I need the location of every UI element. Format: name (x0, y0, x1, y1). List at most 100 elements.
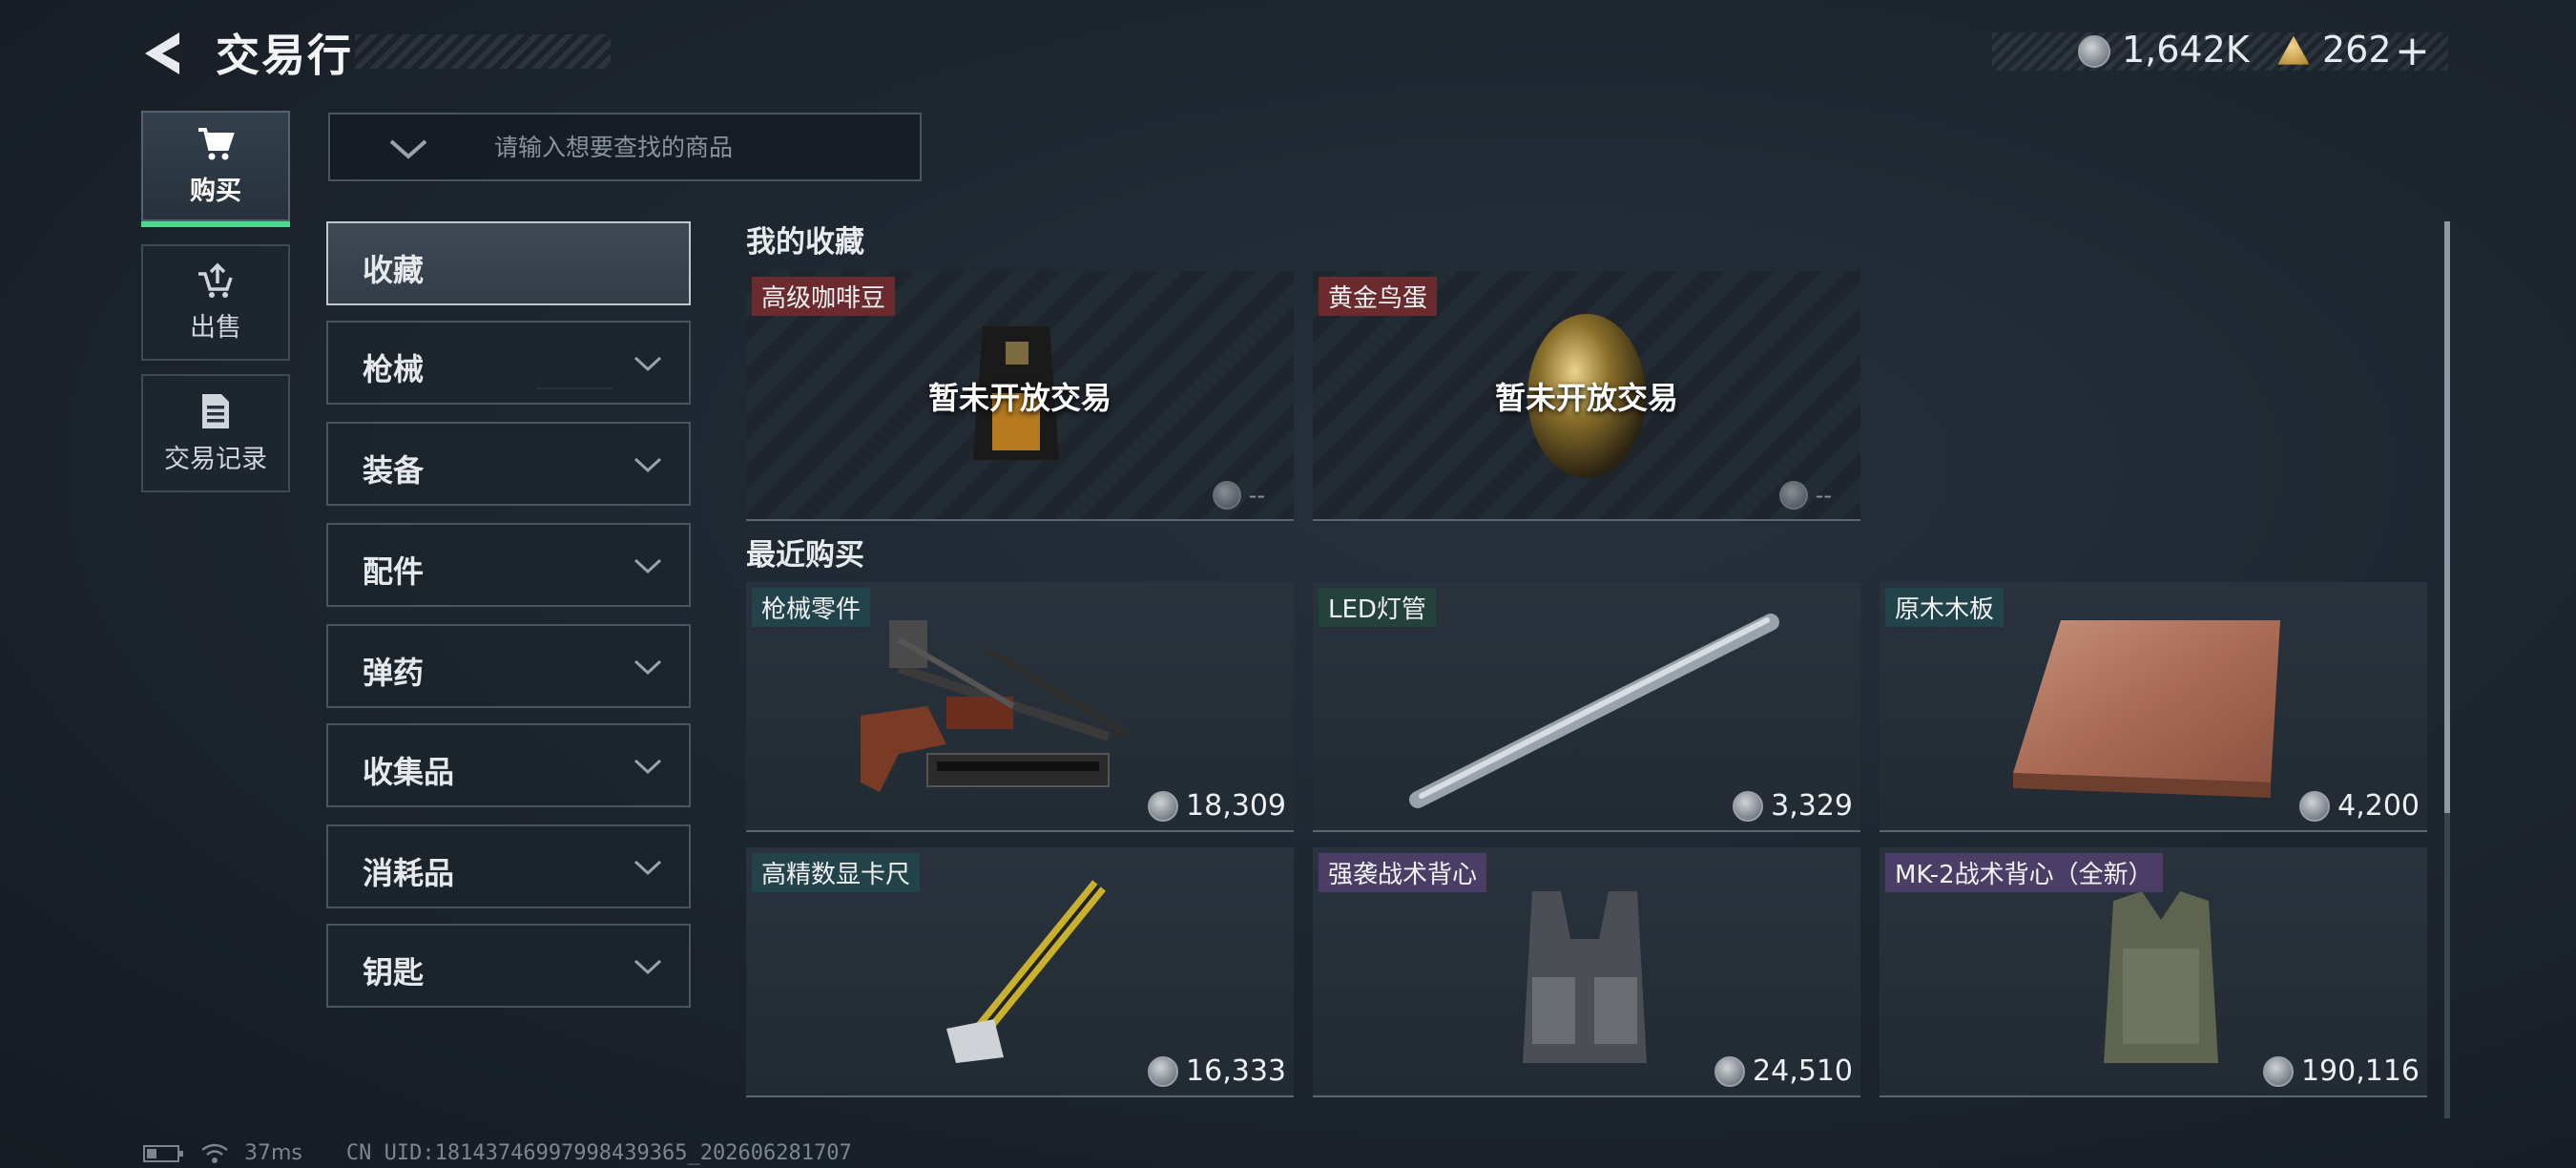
chevron-down-icon (634, 959, 662, 975)
nav-sell-label: 出售 (190, 312, 241, 343)
category-guns[interactable]: 枪械 (326, 321, 691, 405)
item-name-tag: MK-2战术背心（全新） (1885, 853, 2163, 892)
category-label: 收藏 (363, 252, 425, 288)
category-ammo[interactable]: 弹药 (326, 624, 691, 708)
cart-icon (198, 127, 235, 159)
scrollbar-thumb[interactable] (2444, 221, 2450, 813)
price-value: 16,333 (1186, 1054, 1286, 1088)
price-value: 24,510 (1753, 1054, 1853, 1088)
silver-coin-icon (2078, 35, 2110, 68)
nav-sell[interactable]: 出售 (141, 244, 290, 361)
item-name-tag: 强袭战术背心 (1319, 853, 1487, 892)
search-bar[interactable] (328, 113, 922, 181)
card-divider (1313, 830, 1860, 832)
chevron-down-icon (634, 659, 662, 676)
tactical-vest-image (1523, 891, 1647, 1063)
item-name-tag: 枪械零件 (752, 588, 871, 627)
wifi-icon (201, 1143, 228, 1163)
category-label: 钥匙 (363, 954, 425, 991)
title-decoration (355, 34, 611, 69)
item-price: 24,510 (1714, 1054, 1853, 1088)
category-label: 配件 (363, 553, 425, 590)
uid-text: CN UID:18143746997998439365_202606281707 (345, 1141, 852, 1165)
price-value: -- (1248, 482, 1265, 509)
caliper-image (946, 880, 1106, 1063)
search-input[interactable] (494, 128, 895, 166)
category-label: 装备 (363, 452, 425, 489)
chevron-down-icon (634, 356, 662, 372)
category-decoration (536, 387, 613, 389)
card-divider (1313, 1095, 1860, 1097)
item-price: 190,116 (2262, 1054, 2420, 1088)
category-collectibles[interactable]: 收集品 (326, 723, 691, 807)
silver-coin-icon (1148, 1055, 1179, 1087)
led-tube-image (1409, 614, 1779, 808)
chevron-down-icon (634, 558, 662, 574)
add-currency-button[interactable]: + (2395, 27, 2430, 75)
category-label: 弹药 (363, 655, 425, 691)
category-attachments[interactable]: 配件 (326, 523, 691, 607)
silver-coin-icon (1148, 790, 1179, 822)
favorite-item-card[interactable]: 高级咖啡豆 暂未开放交易 -- (746, 271, 1294, 521)
card-divider (746, 830, 1294, 832)
card-divider (746, 519, 1294, 521)
item-name-tag: 高级咖啡豆 (752, 277, 896, 316)
item-name-tag: LED灯管 (1319, 588, 1436, 627)
item-price: 3,329 (1733, 789, 1853, 823)
item-price: 4,200 (2299, 789, 2420, 823)
trade-unavailable-text: 暂未开放交易 (927, 380, 1111, 416)
sell-cart-icon (198, 262, 233, 298)
silver-coin-icon (1212, 481, 1241, 510)
recent-item-card[interactable]: LED灯管 3,329 (1313, 582, 1860, 832)
silver-coin-icon (1714, 1055, 1746, 1087)
item-price: -- (1212, 481, 1265, 510)
category-keys[interactable]: 钥匙 (326, 924, 691, 1008)
category-favorites[interactable]: 收藏 (326, 221, 691, 305)
latency-text: 37ms (244, 1141, 302, 1165)
trade-unavailable-text: 暂未开放交易 (1494, 380, 1678, 416)
nav-buy-label: 购买 (190, 176, 241, 206)
silver-coin-icon (1733, 790, 1764, 822)
price-value: -- (1815, 482, 1832, 509)
wood-board-image (2013, 620, 2280, 798)
item-name-tag: 原木木板 (1885, 588, 2005, 627)
armor-vest-image (2104, 891, 2218, 1063)
document-icon (202, 393, 229, 428)
silver-coin-icon (2299, 790, 2331, 822)
price-value: 4,200 (2337, 789, 2420, 823)
silver-balance: 1,642K (2122, 29, 2250, 71)
nav-records[interactable]: 交易记录 (141, 374, 290, 492)
back-button[interactable] (141, 29, 187, 78)
category-label: 枪械 (363, 351, 425, 387)
price-value: 190,116 (2300, 1054, 2420, 1088)
category-equipment[interactable]: 装备 (326, 422, 691, 506)
recent-item-card[interactable]: 原木木板 4,200 (1880, 582, 2427, 832)
recent-item-card[interactable]: 枪械零件 18,309 (746, 582, 1294, 832)
recent-title: 最近购买 (746, 538, 864, 573)
gold-balance: 262 (2322, 29, 2392, 71)
category-label: 收集品 (363, 754, 455, 790)
nav-active-indicator (141, 221, 290, 227)
back-arrow-icon (145, 32, 179, 74)
recent-item-card[interactable]: 强袭战术背心 24,510 (1313, 847, 1860, 1097)
chevron-down-icon[interactable] (387, 137, 429, 160)
favorite-item-card[interactable]: 黄金鸟蛋 暂未开放交易 -- (1313, 271, 1860, 521)
card-divider (1313, 519, 1860, 521)
status-footer: 37ms CN UID:18143746997998439365_2026062… (143, 1141, 852, 1165)
battery-icon (143, 1144, 183, 1162)
chevron-down-icon (634, 860, 662, 876)
card-divider (1880, 1095, 2427, 1097)
chevron-down-icon (634, 759, 662, 775)
item-price: 18,309 (1148, 789, 1286, 823)
category-consumables[interactable]: 消耗品 (326, 824, 691, 908)
category-label: 消耗品 (363, 855, 455, 891)
nav-buy[interactable]: 购买 (141, 111, 290, 227)
recent-item-card[interactable]: MK-2战术背心（全新） 190,116 (1880, 847, 2427, 1097)
recent-item-card[interactable]: 高精数显卡尺 16,333 (746, 847, 1294, 1097)
favorites-title: 我的收藏 (746, 225, 864, 260)
item-name-tag: 高精数显卡尺 (752, 853, 921, 892)
gun-parts-image (861, 620, 1131, 792)
card-divider (746, 1095, 1294, 1097)
silver-coin-icon (2262, 1055, 2294, 1087)
card-divider (1880, 830, 2427, 832)
